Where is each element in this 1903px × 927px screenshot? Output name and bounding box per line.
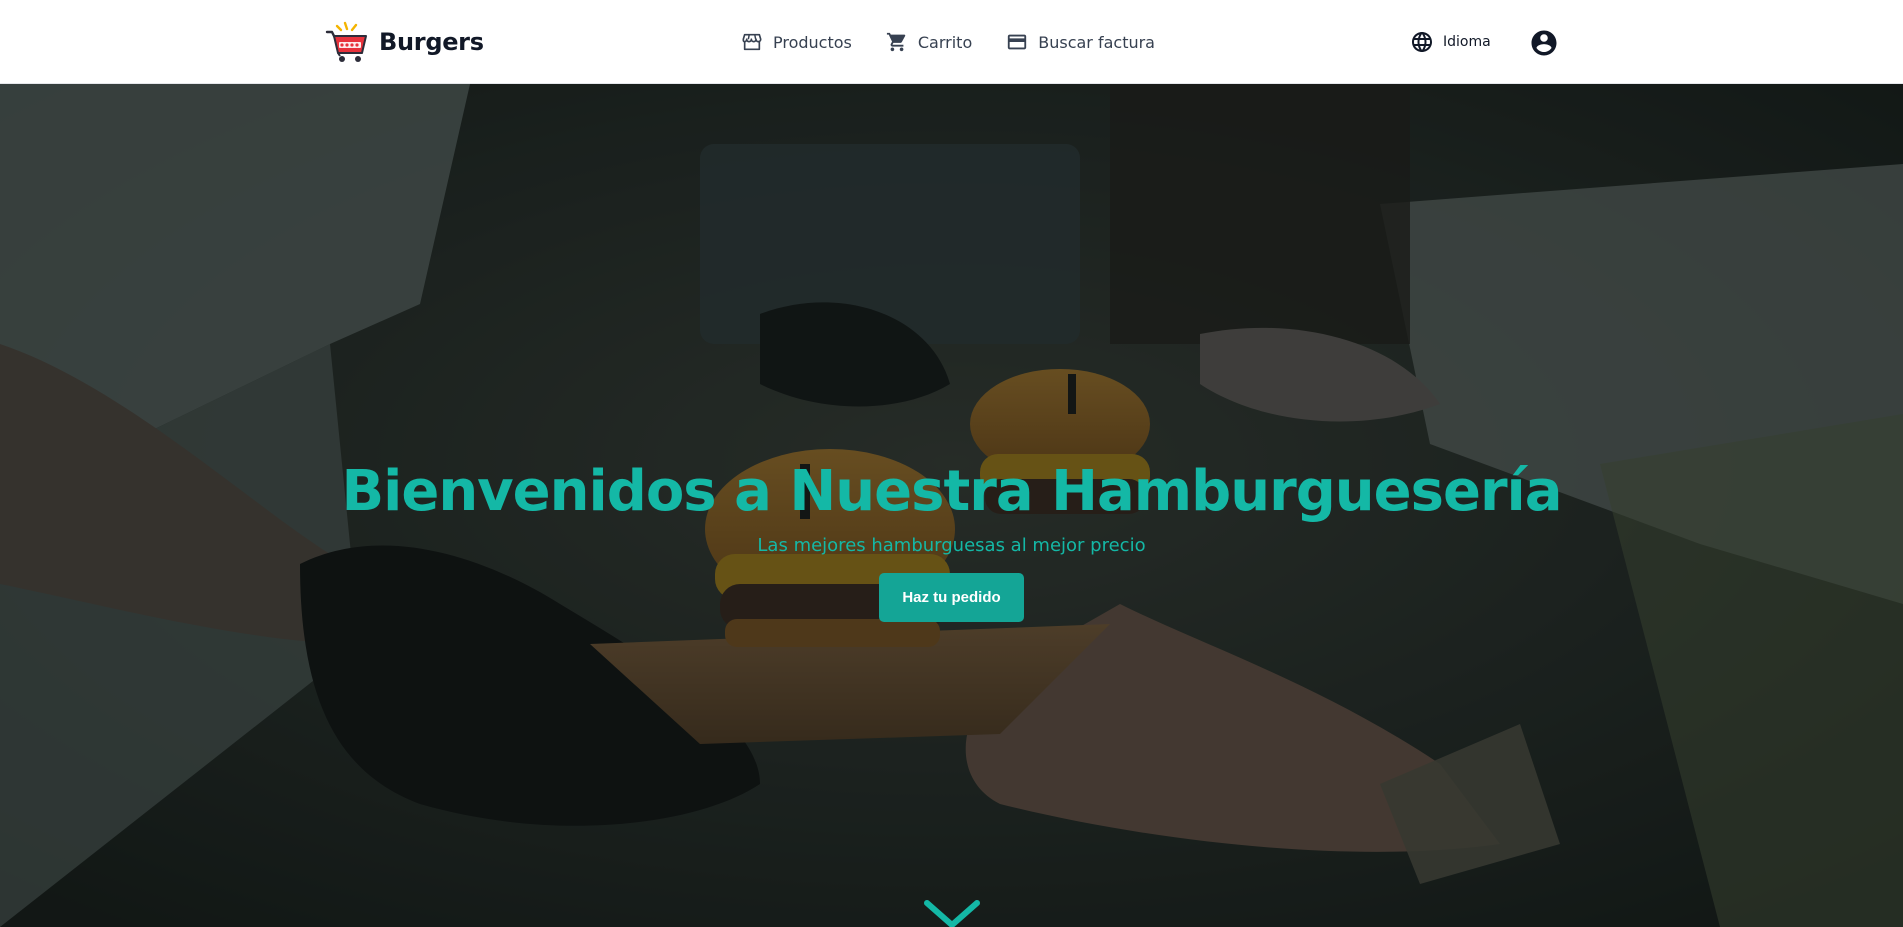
shopping-cart-logo-icon <box>325 21 367 62</box>
chevron-down-icon[interactable] <box>923 899 981 927</box>
language-selector[interactable]: Idioma <box>1410 0 1491 84</box>
credit-card-icon <box>1008 34 1027 50</box>
language-label: Idioma <box>1443 34 1491 50</box>
nav-item-productos[interactable]: Productos <box>741 31 852 53</box>
top-navbar: Burgers Productos Carrito Buscar factura <box>0 0 1903 84</box>
shopping-cart-icon <box>886 32 906 52</box>
nav-item-label: Productos <box>773 32 852 52</box>
hero-title: Bienvenidos a Nuestra Hamburguesería <box>341 459 1562 524</box>
nav-item-carrito[interactable]: Carrito <box>886 31 972 53</box>
order-now-button[interactable]: Haz tu pedido <box>879 573 1024 622</box>
nav-item-label: Carrito <box>917 32 973 52</box>
nav-item-buscar-factura[interactable]: Buscar factura <box>1006 31 1155 53</box>
storefront-icon <box>742 33 762 51</box>
main-navigation: Productos Carrito Buscar factura <box>741 0 1155 84</box>
hero-content: Bienvenidos a Nuestra Hamburguesería Las… <box>0 459 1903 622</box>
globe-icon <box>1412 32 1432 52</box>
nav-item-label: Buscar factura <box>1038 32 1155 52</box>
hero-subtitle: Las mejores hamburguesas al mejor precio <box>757 535 1146 556</box>
account-circle-icon[interactable] <box>1529 28 1559 58</box>
hero-section: Bienvenidos a Nuestra Hamburguesería Las… <box>0 84 1903 927</box>
brand-name: Burgers <box>379 28 484 56</box>
brand-home-link[interactable]: Burgers <box>325 20 484 64</box>
